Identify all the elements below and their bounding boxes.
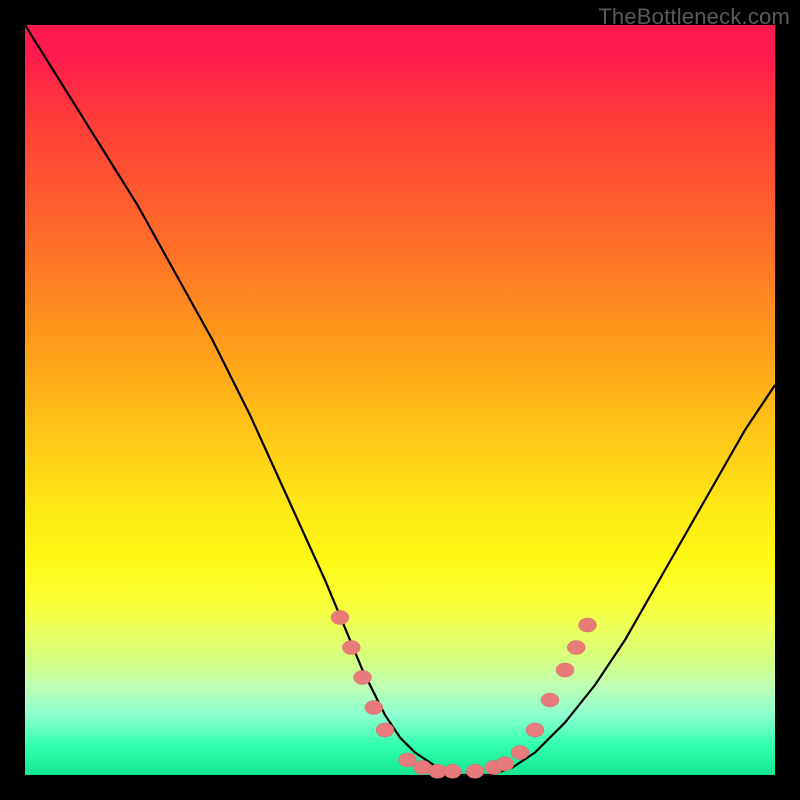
curve-marker <box>376 723 394 737</box>
curve-marker <box>444 764 462 778</box>
curve-marker <box>331 611 349 625</box>
chart-stage: TheBottleneck.com <box>0 0 800 800</box>
curve-marker <box>399 753 417 767</box>
curve-marker <box>541 693 559 707</box>
curve-marker <box>579 618 597 632</box>
curve-markers <box>331 611 597 779</box>
curve-marker <box>526 723 544 737</box>
curve-marker <box>466 764 484 778</box>
curve-marker <box>354 671 372 685</box>
curve-marker <box>556 663 574 677</box>
bottleneck-curve <box>25 25 775 775</box>
curve-marker <box>511 746 529 760</box>
curve-marker <box>496 757 514 771</box>
curve-marker <box>567 641 585 655</box>
curve-svg <box>25 25 775 775</box>
plot-area <box>25 25 775 775</box>
curve-marker <box>365 701 383 715</box>
curve-marker <box>342 641 360 655</box>
